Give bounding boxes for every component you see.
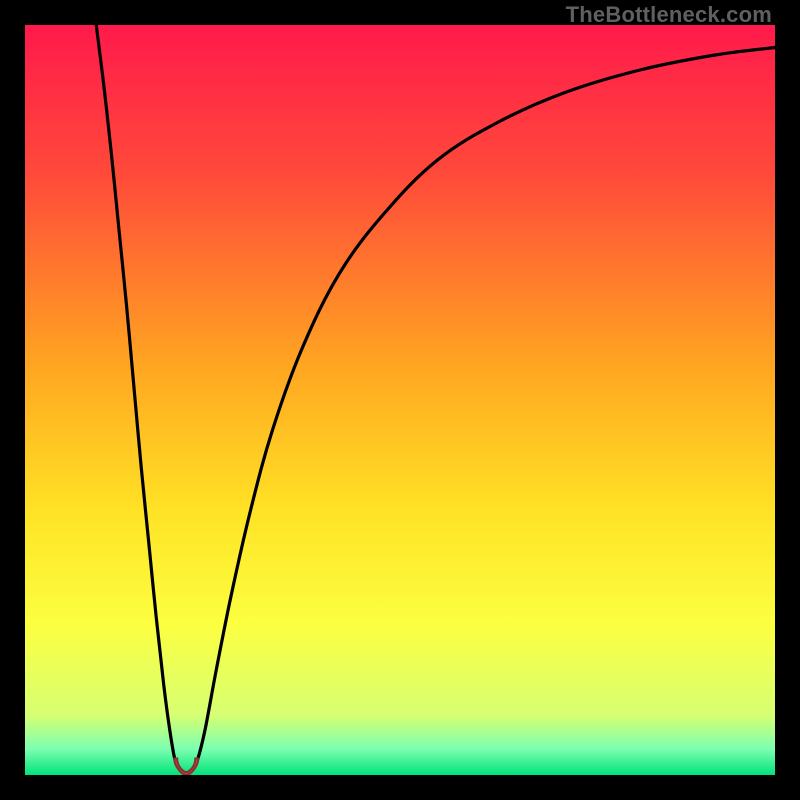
watermark-text: TheBottleneck.com [566, 2, 772, 28]
chart-svg [25, 25, 775, 775]
chart-frame [25, 25, 775, 775]
gradient-background [25, 25, 775, 775]
